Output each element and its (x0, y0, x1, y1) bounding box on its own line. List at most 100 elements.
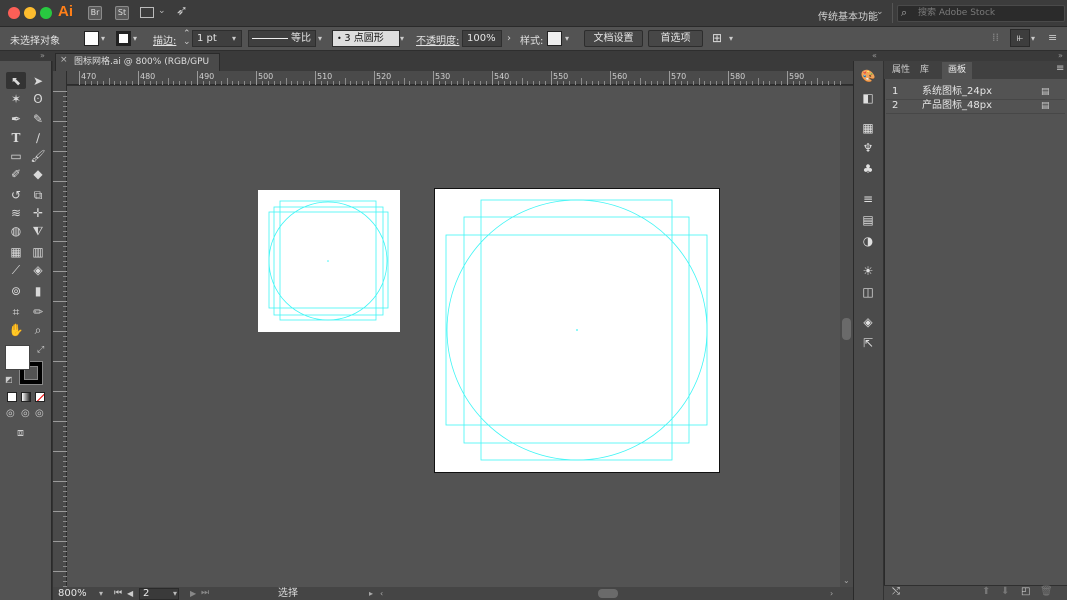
export-icon[interactable]: ⇱ (860, 336, 876, 350)
tab-libraries[interactable]: 库 (914, 62, 935, 79)
symbol-sprayer-icon[interactable]: ⊚ (7, 283, 25, 299)
swatches-icon[interactable]: ▦ (860, 121, 876, 135)
graphic-styles-icon[interactable]: ◫ (860, 285, 876, 299)
variable-width-profile[interactable]: 等比 (248, 30, 316, 47)
fill-swatch[interactable] (84, 31, 99, 46)
menu-icon[interactable]: ≡ (1048, 31, 1057, 44)
opacity-field[interactable]: 100% (462, 30, 502, 47)
opacity-label[interactable]: 不透明度: (416, 32, 459, 47)
artboard-name[interactable]: 系统图标_24px (922, 85, 992, 99)
selection-tool-icon[interactable]: ⬉ (7, 73, 25, 89)
scroll-right-icon[interactable]: › (830, 587, 833, 600)
rotate-icon[interactable]: ↺ (7, 187, 25, 203)
rectangle-icon[interactable]: ▭ (7, 148, 25, 164)
pen-icon[interactable]: ✒ (7, 111, 25, 127)
shape-builder-icon[interactable]: ◍ (7, 223, 25, 239)
scroll-down-icon[interactable]: ⌄ (843, 576, 850, 585)
shaper-icon[interactable]: ✐ (7, 166, 25, 182)
new-artboard-icon[interactable]: ◰ (1021, 586, 1030, 597)
layers-icon[interactable]: ◈ (860, 315, 876, 329)
scrollbar-thumb[interactable] (842, 318, 851, 340)
send-icon[interactable]: ➶ (176, 3, 188, 19)
rearrange-icon[interactable]: ⤭ (892, 586, 900, 597)
lasso-icon[interactable]: ʘ (29, 91, 47, 107)
chevron-down-icon[interactable]: ▾ (133, 34, 137, 43)
chevron-down-icon[interactable]: ▾ (99, 589, 103, 598)
line-icon[interactable]: ∕ (29, 130, 47, 146)
document-setup-button[interactable]: 文档设置 (584, 30, 643, 47)
close-icon[interactable]: × (60, 55, 68, 65)
symbols-icon[interactable]: ♣ (860, 162, 876, 176)
grid-icon[interactable]: ⁞⁞ (992, 31, 999, 44)
magic-wand-icon[interactable]: ✶ (7, 91, 25, 107)
direct-selection-icon[interactable]: ➤ (29, 73, 47, 89)
draw-behind-icon[interactable]: ◎ (21, 408, 30, 419)
graph-icon[interactable]: ▮ (29, 283, 47, 299)
slice-icon[interactable]: ✏ (29, 304, 47, 320)
move-up-icon[interactable]: ⬆ (982, 586, 990, 597)
list-item[interactable]: 1 系统图标_24px ▤ (886, 85, 1065, 99)
workspace-switcher[interactable]: 传统基本功能 (818, 8, 878, 23)
collapse-icon[interactable]: » (1058, 51, 1063, 60)
chevron-down-icon[interactable]: ▾ (173, 589, 177, 598)
preferences-button[interactable]: 首选项 (648, 30, 703, 47)
chevron-down-icon[interactable]: ⌄ (158, 6, 166, 16)
window-minimize-button[interactable] (24, 7, 36, 19)
eraser-icon[interactable]: ◆ (29, 166, 47, 182)
prev-artboard-icon[interactable]: ◀ (127, 587, 133, 600)
artboard-name[interactable]: 产品图标_48px (922, 99, 992, 113)
mesh-icon[interactable]: ▦ (7, 244, 25, 260)
brushes-icon[interactable]: ♆ (860, 141, 876, 155)
collapse-icon[interactable]: « (872, 51, 877, 60)
gradient-panel-icon[interactable]: ▤ (860, 213, 876, 227)
chevron-down-icon[interactable]: ⌄ (876, 7, 884, 17)
scroll-left-icon[interactable]: ‹ (380, 587, 383, 600)
arrange-icon[interactable]: ⫦ (1010, 29, 1030, 47)
stock-search-input[interactable]: 搜索 Adobe Stock (897, 5, 1065, 22)
chevron-down-icon[interactable]: ▾ (565, 34, 569, 43)
first-artboard-icon[interactable]: ⏮ (114, 587, 122, 600)
default-colors-icon[interactable]: ◩ (5, 375, 13, 384)
stepper-icon[interactable]: ⌃ ⌄ (183, 30, 191, 47)
stock-button[interactable]: St (115, 6, 129, 20)
color-guide-icon[interactable]: ◧ (860, 91, 876, 105)
zoom-icon[interactable]: ⌕ (29, 322, 47, 338)
artboard-options-icon[interactable]: ▤ (1041, 99, 1050, 113)
color-panel-icon[interactable]: 🎨 (860, 69, 876, 83)
panel-menu-icon[interactable]: ≡ (1056, 63, 1064, 74)
curvature-icon[interactable]: ✎ (29, 111, 47, 127)
color-mode-icon[interactable] (7, 392, 17, 402)
blend-icon[interactable]: ◈ (29, 262, 47, 278)
align-options-icon[interactable]: ⊞ (712, 31, 722, 45)
perspective-icon[interactable]: ⧨ (29, 223, 47, 239)
tab-properties[interactable]: 属性 (886, 62, 916, 79)
stroke-panel-icon[interactable]: ≡ (860, 192, 876, 206)
document-tab[interactable]: 图标网格.ai @ 800% (RGB/GPU 预览) (55, 53, 220, 83)
chevron-down-icon[interactable]: ▾ (318, 34, 322, 43)
hand-icon[interactable]: ✋ (7, 322, 25, 338)
chevron-down-icon[interactable]: ▾ (1031, 34, 1035, 43)
zoom-level[interactable]: 800% (58, 587, 96, 600)
paintbrush-icon[interactable]: 🖌 (29, 148, 47, 164)
brush-definition[interactable]: • 3 点圆形 (332, 30, 400, 47)
bridge-button[interactable]: Br (88, 6, 102, 20)
artboard-options-icon[interactable]: ▤ (1041, 85, 1050, 99)
warp-icon[interactable]: ≋ (7, 205, 25, 221)
transparency-icon[interactable]: ◑ (860, 234, 876, 248)
horizontal-scroll-thumb[interactable] (598, 589, 618, 598)
artboard-tool-icon[interactable]: ⌗ (7, 304, 25, 320)
chevron-down-icon[interactable]: ▾ (729, 34, 733, 43)
current-tool-status[interactable]: 选择 (278, 587, 298, 600)
tab-artboards[interactable]: 画板 (942, 62, 973, 79)
scale-icon[interactable]: ⧉ (29, 187, 47, 203)
arrange-documents-icon[interactable] (140, 7, 154, 18)
type-icon[interactable]: T (7, 130, 25, 146)
chevron-right-icon[interactable]: › (507, 33, 511, 44)
collapse-icon[interactable]: » (0, 51, 53, 61)
gradient-icon[interactable]: ▥ (29, 244, 47, 260)
window-maximize-button[interactable] (40, 7, 52, 19)
status-menu-icon[interactable]: ▸ (369, 587, 373, 600)
draw-inside-icon[interactable]: ◎ (35, 408, 44, 419)
puppet-warp-icon[interactable]: ✛ (29, 205, 47, 221)
swap-colors-icon[interactable]: ⤢ (37, 345, 44, 355)
